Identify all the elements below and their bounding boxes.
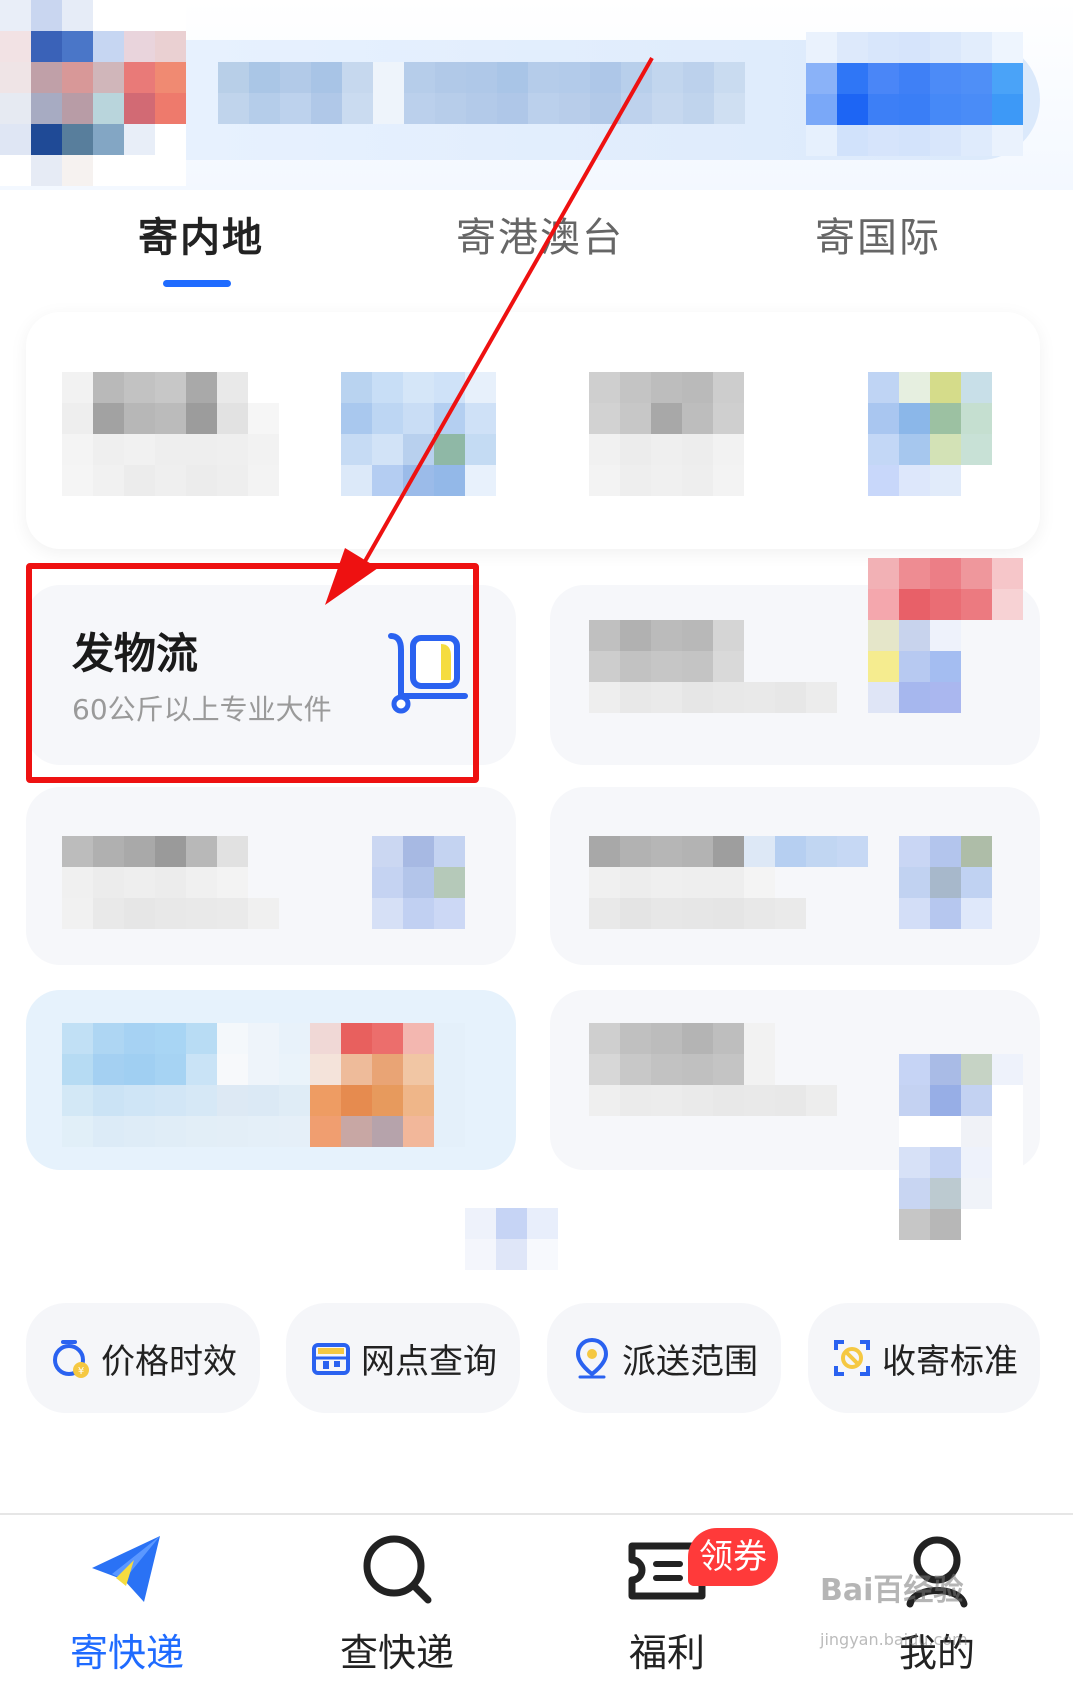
nav-track-express[interactable] (297, 1530, 497, 1614)
shipping-standard-label: 收寄标准 (882, 1341, 1018, 1382)
store-lookup-button[interactable]: 网点查询 (286, 1303, 520, 1413)
watermark-url: jingyan.baidu.com (820, 1630, 968, 1649)
delivery-range-label: 派送范围 (622, 1341, 758, 1382)
service-item-3[interactable] (589, 372, 744, 496)
delivery-range-button[interactable]: 派送范围 (547, 1303, 781, 1413)
annotation-highlight-box (26, 563, 479, 783)
tab-mainland[interactable]: 寄内地 (138, 205, 264, 263)
watermark: Bai百经验 (820, 1573, 964, 1608)
service-card-6-icon (899, 1054, 1023, 1240)
tab-international[interactable]: 寄国际 (815, 205, 941, 263)
price-timer-label: 价格时效 (101, 1341, 237, 1382)
location-pin-icon (575, 1337, 609, 1379)
paper-plane-icon (92, 1536, 160, 1602)
service-card-3-text (62, 836, 279, 929)
prohibited-scan-icon (834, 1340, 870, 1376)
service-item-4[interactable] (868, 372, 992, 496)
service-card-6-text (589, 1023, 837, 1116)
nav-send-express[interactable] (27, 1530, 227, 1614)
service-card-2-text (589, 620, 837, 713)
price-timer-icon: ¥ (53, 1340, 89, 1378)
search-icon (363, 1535, 432, 1604)
floating-mosaic (465, 1208, 589, 1270)
service-card-5-content (62, 1023, 496, 1147)
service-card-3-icon (372, 836, 465, 929)
svg-text:¥: ¥ (78, 1366, 84, 1377)
banner-text-placeholder (218, 62, 748, 124)
banner-mosaic-left (0, 0, 186, 186)
nav-send-express-label: 寄快递 (69, 1631, 184, 1675)
service-item-2[interactable] (341, 372, 496, 496)
store-icon (312, 1343, 350, 1375)
service-card-4-icon (899, 836, 992, 929)
nav-benefits-label: 福利 (628, 1631, 705, 1675)
service-card-2-icon (868, 558, 1023, 713)
nav-track-express-label: 查快递 (339, 1631, 454, 1675)
service-card-4-text (589, 836, 868, 929)
store-lookup-label: 网点查询 (361, 1341, 497, 1382)
tab-hk-macau-taiwan[interactable]: 寄港澳台 (456, 205, 624, 263)
coupon-badge[interactable]: 领券 (688, 1528, 778, 1586)
bottom-nav-divider (0, 1513, 1073, 1515)
banner-button-placeholder[interactable] (806, 32, 1026, 156)
shipping-standard-button[interactable]: 收寄标准 (808, 1303, 1040, 1413)
tab-active-indicator (163, 280, 231, 287)
service-item-1[interactable] (62, 372, 279, 496)
price-timer-button[interactable]: ¥ 价格时效 (26, 1303, 260, 1413)
